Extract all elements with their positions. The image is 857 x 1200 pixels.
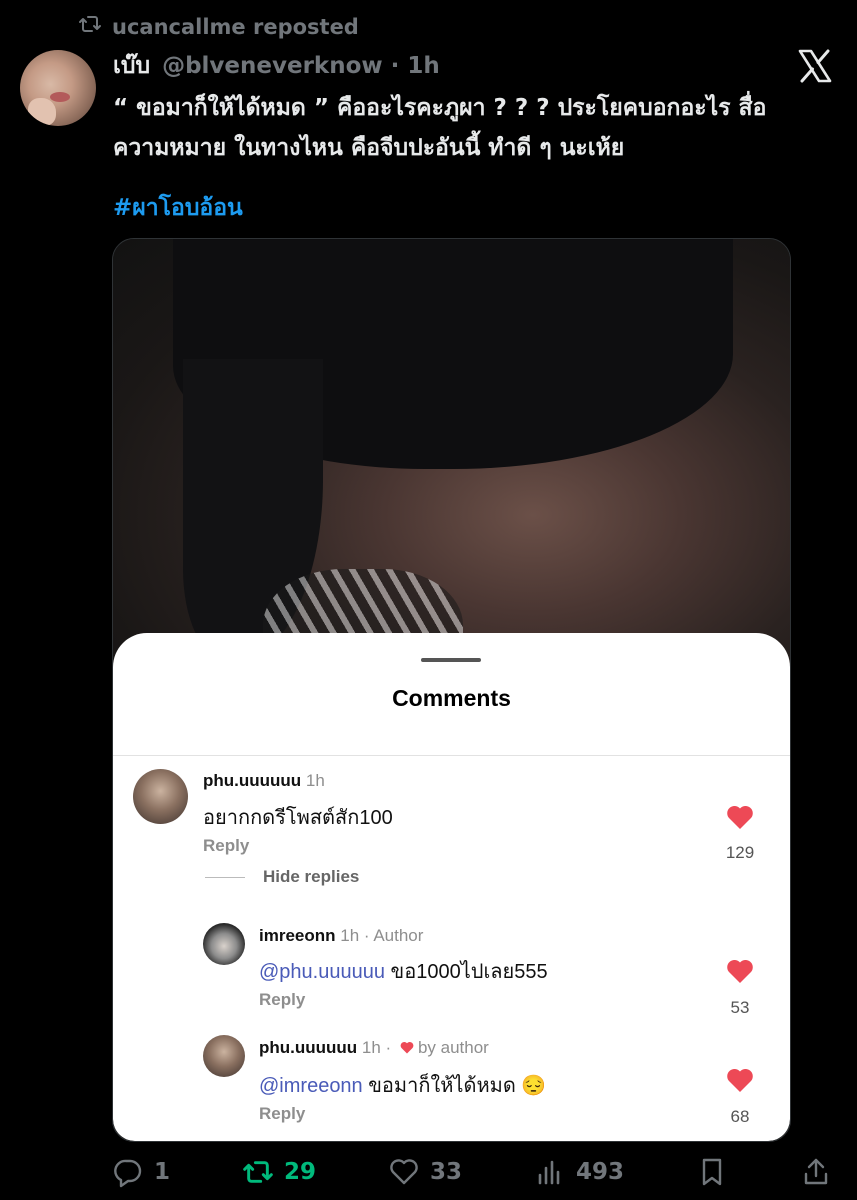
heart-icon[interactable] xyxy=(726,1067,754,1093)
like-count: 53 xyxy=(730,998,750,1017)
comment-author[interactable]: imreeonn 1h · Author xyxy=(259,926,423,946)
comment-time: 1h · xyxy=(357,1038,396,1057)
comment-text: อยากกดรีโพสต์สัก100 xyxy=(203,807,393,829)
hide-replies-label: Hide replies xyxy=(263,867,360,886)
reply-button[interactable]: Reply xyxy=(259,990,305,1010)
repost-indicator[interactable]: ucancallme reposted xyxy=(78,12,359,41)
repost-icon xyxy=(243,1161,273,1183)
heart-icon[interactable] xyxy=(726,804,754,830)
reply-button[interactable]: 1 xyxy=(112,1156,170,1188)
mention-link[interactable]: @phu.uuuuuu xyxy=(259,961,385,983)
avatar[interactable] xyxy=(203,1035,245,1077)
repost-text: ucancallme reposted xyxy=(112,14,359,39)
like-icon xyxy=(390,1159,418,1185)
comment-text: @phu.uuuuuu ขอ1000ไปเลย555 xyxy=(259,961,548,983)
reply-icon xyxy=(114,1159,142,1188)
tweet-text: “ ขอมาก็ให้ได้หมด ” คืออะไรคะภูผา ? ? ? … xyxy=(113,88,813,168)
repost-count: 29 xyxy=(284,1159,317,1185)
bookmark-button[interactable] xyxy=(696,1156,728,1188)
like-button[interactable]: 33 xyxy=(388,1156,462,1188)
avatar[interactable] xyxy=(203,923,245,965)
views-button[interactable]: 493 xyxy=(534,1156,624,1188)
hashtag-link[interactable]: #ผาโอบอ้อน xyxy=(113,190,243,226)
reply-button[interactable]: Reply xyxy=(203,836,249,856)
sheet-title: Comments xyxy=(392,685,511,711)
drag-handle xyxy=(421,658,481,662)
heart-icon[interactable] xyxy=(726,958,754,984)
comment-author[interactable]: phu.uuuuuu 1h xyxy=(203,771,325,791)
comment-author[interactable]: phu.uuuuuu 1h · by author xyxy=(259,1038,489,1058)
like-count: 129 xyxy=(725,843,755,862)
views-icon xyxy=(538,1160,560,1185)
comment-text: @imreeonn ขอมาก็ให้ได้หมด 😔 xyxy=(259,1075,547,1097)
comment-time: 1h · Author xyxy=(335,926,424,945)
bookmark-icon xyxy=(702,1158,722,1186)
handle-and-time[interactable]: @blveneverknow · 1h xyxy=(162,53,440,79)
avatar[interactable] xyxy=(20,50,96,126)
comments-sheet: Comments phu.uuuuuu 1h อยากกดรีโพสต์สัก1… xyxy=(113,633,790,1141)
share-icon xyxy=(804,1158,828,1185)
tweet-header: เบ๊บ @blveneverknow · 1h xyxy=(113,48,440,84)
like-count: 68 xyxy=(730,1107,750,1126)
action-bar: 1 29 33 493 xyxy=(112,1152,832,1192)
view-count: 493 xyxy=(576,1159,625,1185)
share-button[interactable] xyxy=(800,1156,832,1188)
repost-icon xyxy=(78,12,102,41)
photo xyxy=(113,239,790,709)
display-name[interactable]: เบ๊บ xyxy=(113,48,150,84)
tweet-media[interactable]: Comments phu.uuuuuu 1h อยากกดรีโพสต์สัก1… xyxy=(112,238,791,1142)
avatar[interactable] xyxy=(133,769,188,824)
hide-replies-button[interactable]: Hide replies xyxy=(205,867,359,887)
comment-time: 1h xyxy=(301,771,325,790)
tweet-text-line-1: “ ขอมาก็ให้ได้หมด ” คืออะไรคะภูผา ? ? ? … xyxy=(113,95,767,121)
repost-button[interactable]: 29 xyxy=(242,1156,316,1188)
x-logo-icon xyxy=(797,48,833,84)
like-count: 33 xyxy=(430,1159,463,1185)
divider xyxy=(113,755,790,756)
mention-link[interactable]: @imreeonn xyxy=(259,1075,363,1097)
tweet-text-line-2: ความหมาย ในทางไหน คือจีบปะอันนี้ ทำดี ๆ … xyxy=(113,135,625,161)
heart-icon xyxy=(400,1041,414,1054)
reply-count: 1 xyxy=(154,1159,171,1185)
liked-by-author: by author xyxy=(417,1038,489,1057)
reply-button[interactable]: Reply xyxy=(259,1104,305,1124)
